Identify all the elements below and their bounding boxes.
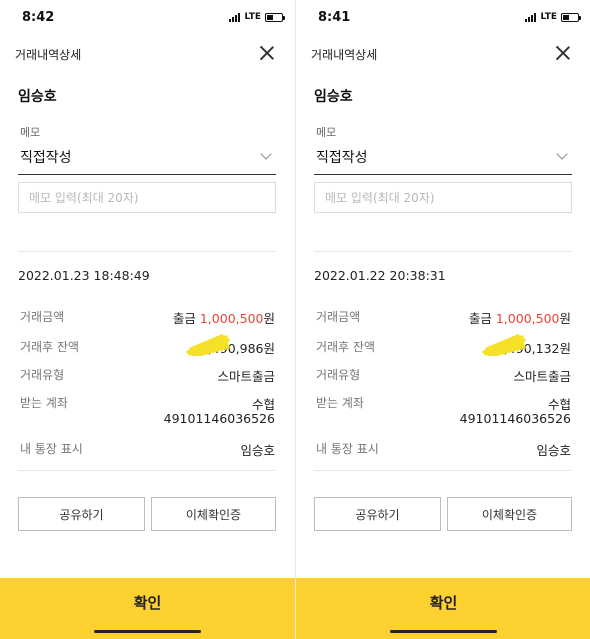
redaction-scribble-icon bbox=[482, 334, 526, 356]
account-number: 49101146036526 bbox=[163, 411, 275, 426]
redaction-scribble-icon bbox=[186, 334, 230, 356]
signal-icon bbox=[229, 12, 241, 22]
status-indicators: LTE bbox=[229, 12, 285, 22]
amount-label: 거래금액 bbox=[20, 310, 65, 324]
recipient-name: 임승호 bbox=[18, 89, 57, 105]
amount-prefix: 출금 bbox=[468, 311, 496, 326]
type-label: 거래유형 bbox=[316, 368, 361, 382]
memo-input[interactable] bbox=[18, 182, 276, 213]
share-button[interactable]: 공유하기 bbox=[314, 497, 441, 531]
balance-label: 거래후 잔액 bbox=[316, 340, 376, 354]
network-label: LTE bbox=[540, 12, 557, 22]
divider bbox=[18, 251, 276, 252]
withdrawal-amount: 1,000,500 bbox=[495, 311, 560, 326]
amount-prefix: 출금 bbox=[172, 311, 200, 326]
close-icon[interactable] bbox=[259, 45, 275, 61]
close-icon[interactable] bbox=[555, 45, 571, 61]
account-label: 받는 계좌 bbox=[316, 396, 364, 410]
transaction-detail-screen-1: 8:42 LTE 거래내역상세 임승호 메모 직접작성 2022.01.23 1… bbox=[0, 0, 295, 639]
memo-type-value: 직접작성 bbox=[20, 150, 72, 166]
page-title: 거래내역상세 bbox=[15, 48, 82, 62]
share-button[interactable]: 공유하기 bbox=[18, 497, 145, 531]
transaction-detail-screen-2: 8:41 LTE 거래내역상세 임승호 메모 직접작성 2022.01.22 2… bbox=[296, 0, 590, 639]
signal-icon bbox=[525, 12, 537, 22]
chevron-down-icon bbox=[556, 148, 568, 160]
type-label: 거래유형 bbox=[20, 368, 65, 382]
transaction-datetime: 2022.01.22 20:38:31 bbox=[314, 268, 446, 283]
divider bbox=[314, 470, 572, 471]
memo-input[interactable] bbox=[314, 182, 572, 213]
display-label: 내 통장 표시 bbox=[20, 442, 83, 456]
battery-icon bbox=[561, 12, 581, 22]
amount-value: 출금 1,000,500원 bbox=[469, 308, 571, 327]
account-number: 49101146036526 bbox=[459, 411, 571, 426]
memo-type-value: 직접작성 bbox=[316, 150, 368, 166]
network-label: LTE bbox=[244, 12, 261, 22]
balance-label: 거래후 잔액 bbox=[20, 340, 80, 354]
home-indicator[interactable] bbox=[94, 630, 201, 633]
transfer-certificate-button[interactable]: 이체확인증 bbox=[447, 497, 572, 531]
transfer-certificate-button[interactable]: 이체확인증 bbox=[151, 497, 276, 531]
divider bbox=[18, 470, 276, 471]
status-bar: 8:41 LTE bbox=[296, 0, 590, 36]
memo-type-select[interactable]: 직접작성 bbox=[314, 142, 572, 175]
memo-type-select[interactable]: 직접작성 bbox=[18, 142, 276, 175]
page-title: 거래내역상세 bbox=[311, 48, 378, 62]
transaction-datetime: 2022.01.23 18:48:49 bbox=[18, 268, 150, 283]
memo-label: 메모 bbox=[20, 126, 41, 139]
status-time: 8:42 bbox=[22, 10, 55, 25]
type-value: 스마트출금 bbox=[513, 369, 571, 384]
recipient-name: 임승호 bbox=[314, 89, 353, 105]
display-value: 임승호 bbox=[536, 443, 571, 458]
display-label: 내 통장 표시 bbox=[316, 442, 379, 456]
home-indicator[interactable] bbox=[390, 630, 497, 633]
divider bbox=[314, 251, 572, 252]
type-value: 스마트출금 bbox=[217, 369, 275, 384]
withdrawal-amount: 1,000,500 bbox=[199, 311, 264, 326]
memo-label: 메모 bbox=[316, 126, 337, 139]
status-bar: 8:42 LTE bbox=[0, 0, 295, 36]
amount-label: 거래금액 bbox=[316, 310, 361, 324]
status-time: 8:41 bbox=[318, 10, 351, 25]
account-label: 받는 계좌 bbox=[20, 396, 68, 410]
battery-icon bbox=[265, 12, 285, 22]
amount-unit: 원 bbox=[559, 311, 571, 326]
display-value: 임승호 bbox=[240, 443, 275, 458]
status-indicators: LTE bbox=[525, 12, 581, 22]
amount-value: 출금 1,000,500원 bbox=[173, 308, 275, 327]
chevron-down-icon bbox=[260, 148, 272, 160]
amount-unit: 원 bbox=[263, 311, 275, 326]
